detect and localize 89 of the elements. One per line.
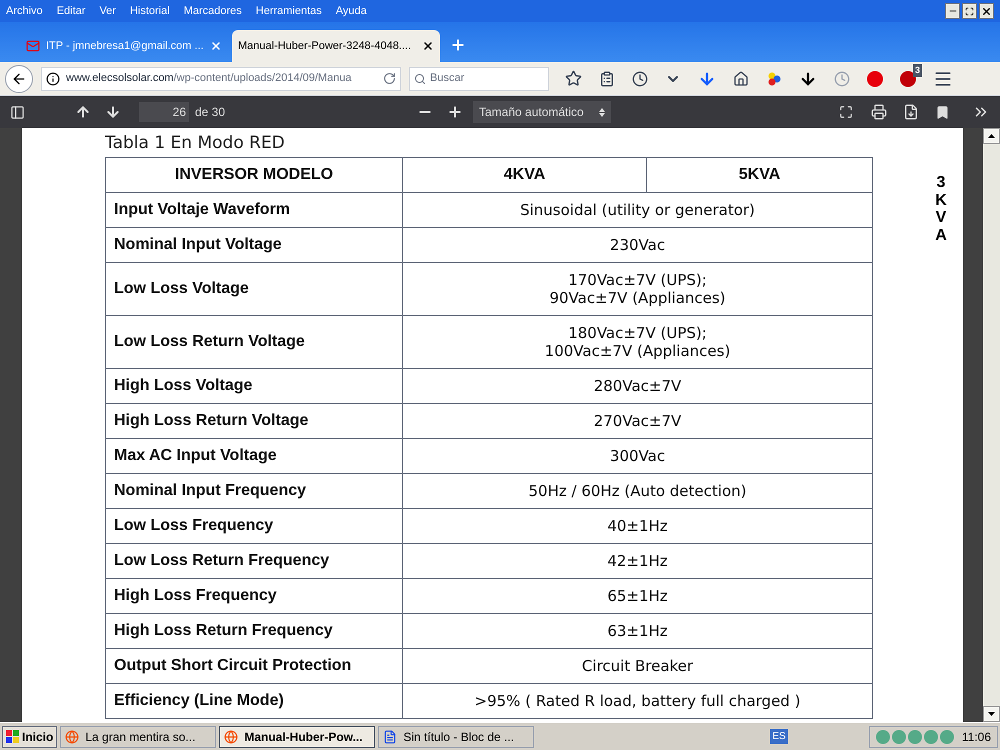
column-header: 5KVA [647, 158, 873, 193]
scrollbar[interactable] [983, 128, 1000, 722]
previous-page-icon[interactable] [75, 104, 91, 120]
table-cell: 42±1Hz [403, 544, 873, 579]
reload-icon[interactable] [383, 72, 396, 85]
clock: 11:06 [962, 728, 991, 746]
table-cell: 270Vac±7V [403, 404, 873, 439]
row-label: Input Voltaje Waveform [106, 193, 403, 228]
tab-title: ITP - jmnebresa1@gmail.com ... [46, 38, 204, 54]
count-badge: 3 [912, 64, 922, 77]
column-header: INVERSOR MODELO [106, 158, 403, 193]
close-icon[interactable] [979, 3, 994, 19]
page-count: de 30 [195, 104, 226, 121]
table-cell: 180Vac±7V (UPS); 100Vac±7V (Appliances) [403, 316, 873, 369]
side-label: 3KVA [934, 174, 948, 246]
info-icon [46, 72, 60, 86]
row-label: High Loss Return Frequency [106, 614, 403, 649]
menu-item[interactable]: Ayuda [336, 2, 367, 20]
table-cell: 300Vac [403, 439, 873, 474]
scroll-down-icon[interactable] [983, 706, 1000, 722]
row-label: Output Short Circuit Protection [106, 649, 403, 684]
page-number-field[interactable]: 26 [139, 102, 189, 122]
table-cell: 280Vac±7V [403, 369, 873, 404]
taskbar-button[interactable]: Sin título - Bloc de ... [378, 726, 534, 748]
table-cell: Circuit Breaker [403, 649, 873, 684]
bookmark-icon[interactable] [935, 104, 950, 120]
table-caption: Tabla 1 En Modo RED [105, 132, 286, 154]
search-icon [414, 72, 426, 84]
reading-list-icon[interactable] [599, 70, 615, 86]
presentation-icon[interactable] [839, 105, 853, 119]
tab-title: Manual-Huber-Power-3248-4048.... [238, 38, 412, 54]
colored-dots-icon[interactable] [766, 70, 782, 86]
address-field[interactable]: www.elecsolsolar.com/wp-content/uploads/2014/09/Manua [41, 66, 401, 90]
row-label: Nominal Input Voltage [106, 228, 403, 263]
mail-icon [26, 39, 40, 53]
language-indicator[interactable]: ES [770, 729, 788, 744]
table-cell: 40±1Hz [403, 509, 873, 544]
close-icon[interactable] [422, 40, 434, 52]
star-icon[interactable] [565, 70, 582, 87]
save-icon[interactable] [903, 104, 919, 120]
scroll-up-icon[interactable] [983, 128, 1000, 144]
row-label: Low Loss Frequency [106, 509, 403, 544]
menu-item[interactable]: Herramientas [256, 2, 322, 20]
url-text: www.elecsolsolar.com/wp-content/uploads/2014/09/Manua [66, 71, 352, 86]
restore-icon[interactable] [962, 3, 977, 19]
back-button[interactable] [5, 64, 33, 92]
row-label: High Loss Voltage [106, 369, 403, 404]
table-cell: 65±1Hz [403, 579, 873, 614]
zoom-in-icon[interactable] [447, 104, 463, 120]
row-label: High Loss Frequency [106, 579, 403, 614]
taskbar-button[interactable]: La gran mentira so... [60, 726, 216, 748]
next-page-icon[interactable] [105, 104, 121, 120]
start-button[interactable]: Inicio [2, 726, 58, 748]
row-label: Nominal Input Frequency [106, 474, 403, 509]
zoom-select[interactable]: Tamaño automático [473, 101, 611, 123]
print-icon[interactable] [871, 104, 887, 120]
notepad-icon [383, 730, 398, 744]
row-label: Low Loss Return Frequency [106, 544, 403, 579]
minimize-icon[interactable] [945, 3, 960, 19]
new-tab-icon[interactable] [450, 37, 466, 53]
globe-icon [65, 730, 80, 744]
menu-item[interactable]: Marcadores [184, 2, 242, 20]
row-label: Low Loss Voltage [106, 263, 403, 316]
up-down-caret-icon [599, 108, 605, 116]
download-icon[interactable] [799, 70, 817, 88]
taskbar-button[interactable]: Manual-Huber-Pow... [219, 726, 376, 748]
home-icon[interactable] [733, 70, 749, 86]
globe-icon [224, 730, 238, 744]
search-field[interactable]: Buscar [409, 66, 549, 90]
row-label: Low Loss Return Voltage [106, 316, 403, 369]
table-cell: >95% ( Rated R load, battery full charged ) [403, 684, 873, 719]
table-cell: 170Vac±7V (UPS); 90Vac±7V (Appliances) [403, 263, 873, 316]
table-cell: 230Vac [403, 228, 873, 263]
browser-tab[interactable]: Manual-Huber-Power-3248-4048.... [232, 30, 440, 62]
browser-tab[interactable]: ITP - jmnebresa1@gmail.com ... [20, 30, 228, 62]
row-label: Max AC Input Voltage [106, 439, 403, 474]
row-label: Efficiency (Line Mode) [106, 684, 403, 719]
sidebar-toggle-icon[interactable] [10, 104, 25, 120]
menu-item[interactable]: Editar [56, 2, 86, 20]
table-cell: Sinusoidal (utility or generator) [403, 193, 873, 228]
windows-logo-icon [6, 730, 20, 744]
table-cell: 63±1Hz [403, 614, 873, 649]
table-cell: 50Hz / 60Hz (Auto detection) [403, 474, 873, 509]
history-icon[interactable] [632, 70, 648, 86]
column-header: 4KVA [403, 158, 647, 193]
menu-item[interactable]: Archivo [6, 2, 43, 20]
row-label: High Loss Return Voltage [106, 404, 403, 439]
menu-item[interactable]: Historial [130, 2, 170, 20]
menu-item[interactable]: Ver [99, 2, 116, 20]
